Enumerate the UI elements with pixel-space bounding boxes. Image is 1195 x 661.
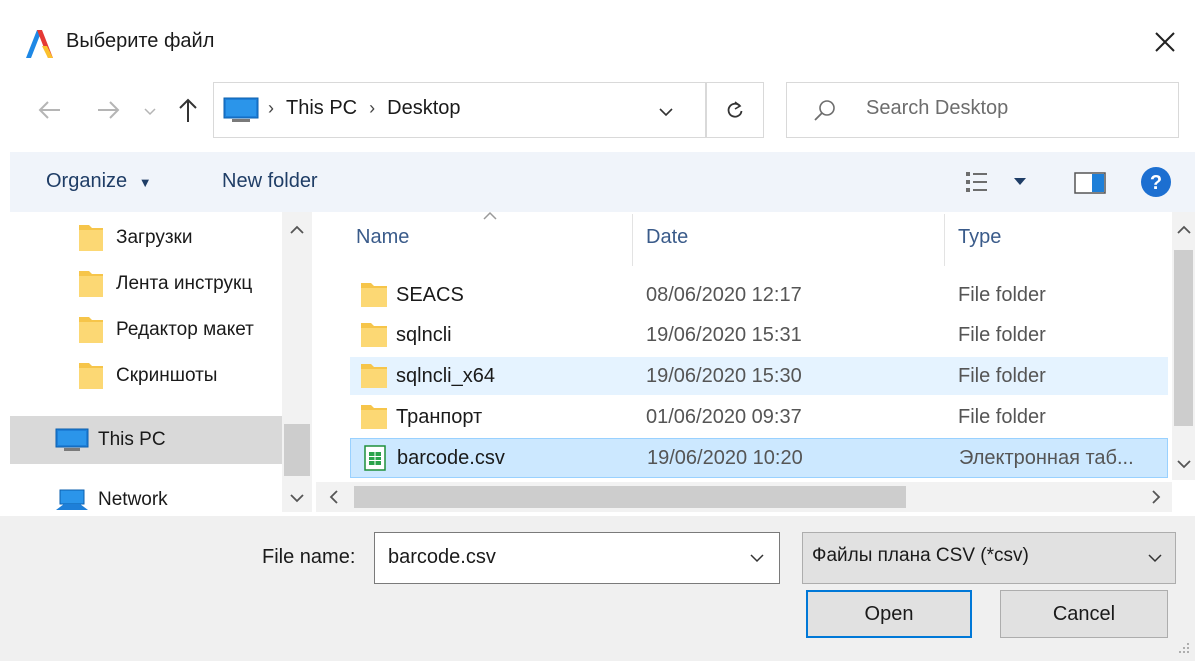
breadcrumb-separator: › bbox=[268, 98, 274, 118]
search-placeholder: Search Desktop bbox=[866, 97, 1009, 119]
sidebar-item-label: Редактор макет bbox=[116, 319, 254, 340]
folder-icon bbox=[361, 364, 387, 388]
folder-icon bbox=[361, 405, 387, 429]
chevron-down-icon[interactable] bbox=[140, 96, 160, 126]
sidebar-item-layout-editor[interactable]: Редактор макет bbox=[10, 310, 282, 350]
computer-icon bbox=[223, 97, 259, 122]
caret-down-icon: ▼ bbox=[138, 175, 152, 190]
table-row[interactable]: sqlncli_x64 19/06/2020 15:30 File folder bbox=[350, 357, 1168, 395]
file-name: Транпорт bbox=[396, 406, 483, 428]
column-divider[interactable] bbox=[944, 214, 945, 266]
refresh-button[interactable] bbox=[706, 82, 764, 138]
file-type: File folder bbox=[958, 324, 1046, 346]
chevron-down-icon[interactable] bbox=[1140, 546, 1170, 570]
breadcrumb: › This PC › Desktop bbox=[268, 97, 461, 120]
sidebar-scroll-thumb[interactable] bbox=[284, 424, 310, 476]
table-row[interactable]: SEACS 08/06/2020 12:17 File folder bbox=[350, 276, 1168, 314]
spreadsheet-icon bbox=[364, 445, 386, 471]
close-icon bbox=[1155, 32, 1175, 52]
back-arrow-icon[interactable] bbox=[30, 92, 70, 128]
column-divider[interactable] bbox=[632, 214, 633, 266]
file-name-label: File name: bbox=[262, 546, 356, 568]
file-type: File folder bbox=[958, 365, 1046, 387]
file-date: 01/06/2020 09:37 bbox=[646, 406, 802, 428]
folder-icon bbox=[361, 323, 387, 347]
scroll-up-icon[interactable] bbox=[286, 222, 308, 238]
navigation-pane: Загрузки Лента инструкц Редактор макет С… bbox=[10, 212, 312, 516]
scroll-right-icon[interactable] bbox=[1148, 488, 1164, 506]
file-name: barcode.csv bbox=[397, 447, 505, 469]
window-title: Выберите файл bbox=[66, 30, 215, 52]
file-type: File folder bbox=[958, 284, 1046, 306]
file-name-value: barcode.csv bbox=[388, 546, 496, 568]
preview-pane-icon[interactable] bbox=[1072, 168, 1108, 198]
file-type: File folder bbox=[958, 406, 1046, 428]
table-row[interactable]: barcode.csv 19/06/2020 10:20 Электронная… bbox=[350, 438, 1168, 478]
sidebar-item-network[interactable]: Network bbox=[10, 480, 282, 520]
svg-text:?: ? bbox=[1150, 172, 1162, 194]
network-icon bbox=[56, 489, 88, 510]
column-header-name[interactable]: Name bbox=[356, 226, 409, 249]
column-header-date[interactable]: Date bbox=[646, 226, 688, 249]
breadcrumb-this-pc[interactable]: This PC bbox=[286, 97, 357, 120]
folder-icon bbox=[79, 363, 103, 389]
address-dropdown-button[interactable] bbox=[646, 96, 686, 128]
scroll-down-icon[interactable] bbox=[1174, 456, 1194, 472]
sidebar-item-label: Лента инструкц bbox=[116, 273, 253, 294]
sidebar-item-label: This PC bbox=[98, 429, 166, 450]
file-date: 19/06/2020 10:20 bbox=[647, 447, 803, 469]
forward-arrow-icon[interactable] bbox=[88, 92, 128, 128]
folder-icon bbox=[79, 225, 103, 251]
file-date: 19/06/2020 15:30 bbox=[646, 365, 802, 387]
table-row[interactable]: Транпорт 01/06/2020 09:37 File folder bbox=[350, 398, 1168, 436]
scroll-up-icon[interactable] bbox=[1174, 222, 1194, 238]
table-row[interactable]: sqlncli 19/06/2020 15:31 File folder bbox=[350, 316, 1168, 354]
column-header-type[interactable]: Type bbox=[958, 226, 1001, 249]
cancel-button[interactable]: Cancel bbox=[1000, 590, 1168, 638]
organize-label: Organize bbox=[46, 170, 128, 192]
file-name: sqlncli bbox=[396, 324, 452, 346]
file-name: SEACS bbox=[396, 284, 464, 306]
app-logo-icon bbox=[26, 30, 53, 58]
file-type-value: Файлы плана CSV (*csv) bbox=[812, 545, 1029, 566]
organize-button[interactable]: Organize ▼ bbox=[46, 170, 152, 193]
sidebar-item-instructions[interactable]: Лента инструкц bbox=[10, 264, 282, 304]
sidebar-item-this-pc[interactable]: This PC bbox=[10, 416, 282, 464]
computer-icon bbox=[55, 428, 89, 451]
scroll-left-icon[interactable] bbox=[326, 488, 342, 506]
sort-ascending-icon bbox=[483, 211, 497, 220]
help-icon[interactable]: ? bbox=[1140, 166, 1172, 198]
new-folder-button[interactable]: New folder bbox=[222, 170, 318, 193]
sidebar-item-downloads[interactable]: Загрузки bbox=[10, 218, 282, 258]
file-name: sqlncli_x64 bbox=[396, 365, 495, 387]
up-arrow-icon[interactable] bbox=[168, 92, 208, 128]
folder-icon bbox=[361, 283, 387, 307]
scroll-down-icon[interactable] bbox=[286, 490, 308, 506]
folder-icon bbox=[79, 271, 103, 297]
sidebar-item-label: Скриншоты bbox=[116, 365, 218, 386]
breadcrumb-desktop[interactable]: Desktop bbox=[387, 97, 460, 120]
sidebar-item-label: Network bbox=[98, 489, 168, 510]
resize-grip-icon[interactable] bbox=[1176, 640, 1190, 654]
open-button[interactable]: Open bbox=[806, 590, 972, 638]
breadcrumb-separator: › bbox=[369, 98, 376, 118]
chevron-down-icon[interactable] bbox=[742, 546, 772, 570]
sidebar-item-screenshots[interactable]: Скриншоты bbox=[10, 356, 282, 396]
file-date: 19/06/2020 15:31 bbox=[646, 324, 802, 346]
vertical-scroll-thumb[interactable] bbox=[1174, 250, 1193, 426]
close-button[interactable] bbox=[1140, 18, 1190, 66]
file-type: Электронная таб... bbox=[959, 447, 1134, 469]
chevron-down-icon bbox=[659, 108, 673, 117]
horizontal-scroll-thumb[interactable] bbox=[354, 486, 906, 508]
refresh-icon bbox=[727, 101, 743, 118]
view-options-icon[interactable] bbox=[962, 166, 1032, 198]
folder-icon bbox=[79, 317, 103, 343]
search-icon bbox=[814, 100, 835, 121]
sidebar-item-label: Загрузки bbox=[116, 227, 193, 248]
file-date: 08/06/2020 12:17 bbox=[646, 284, 802, 306]
